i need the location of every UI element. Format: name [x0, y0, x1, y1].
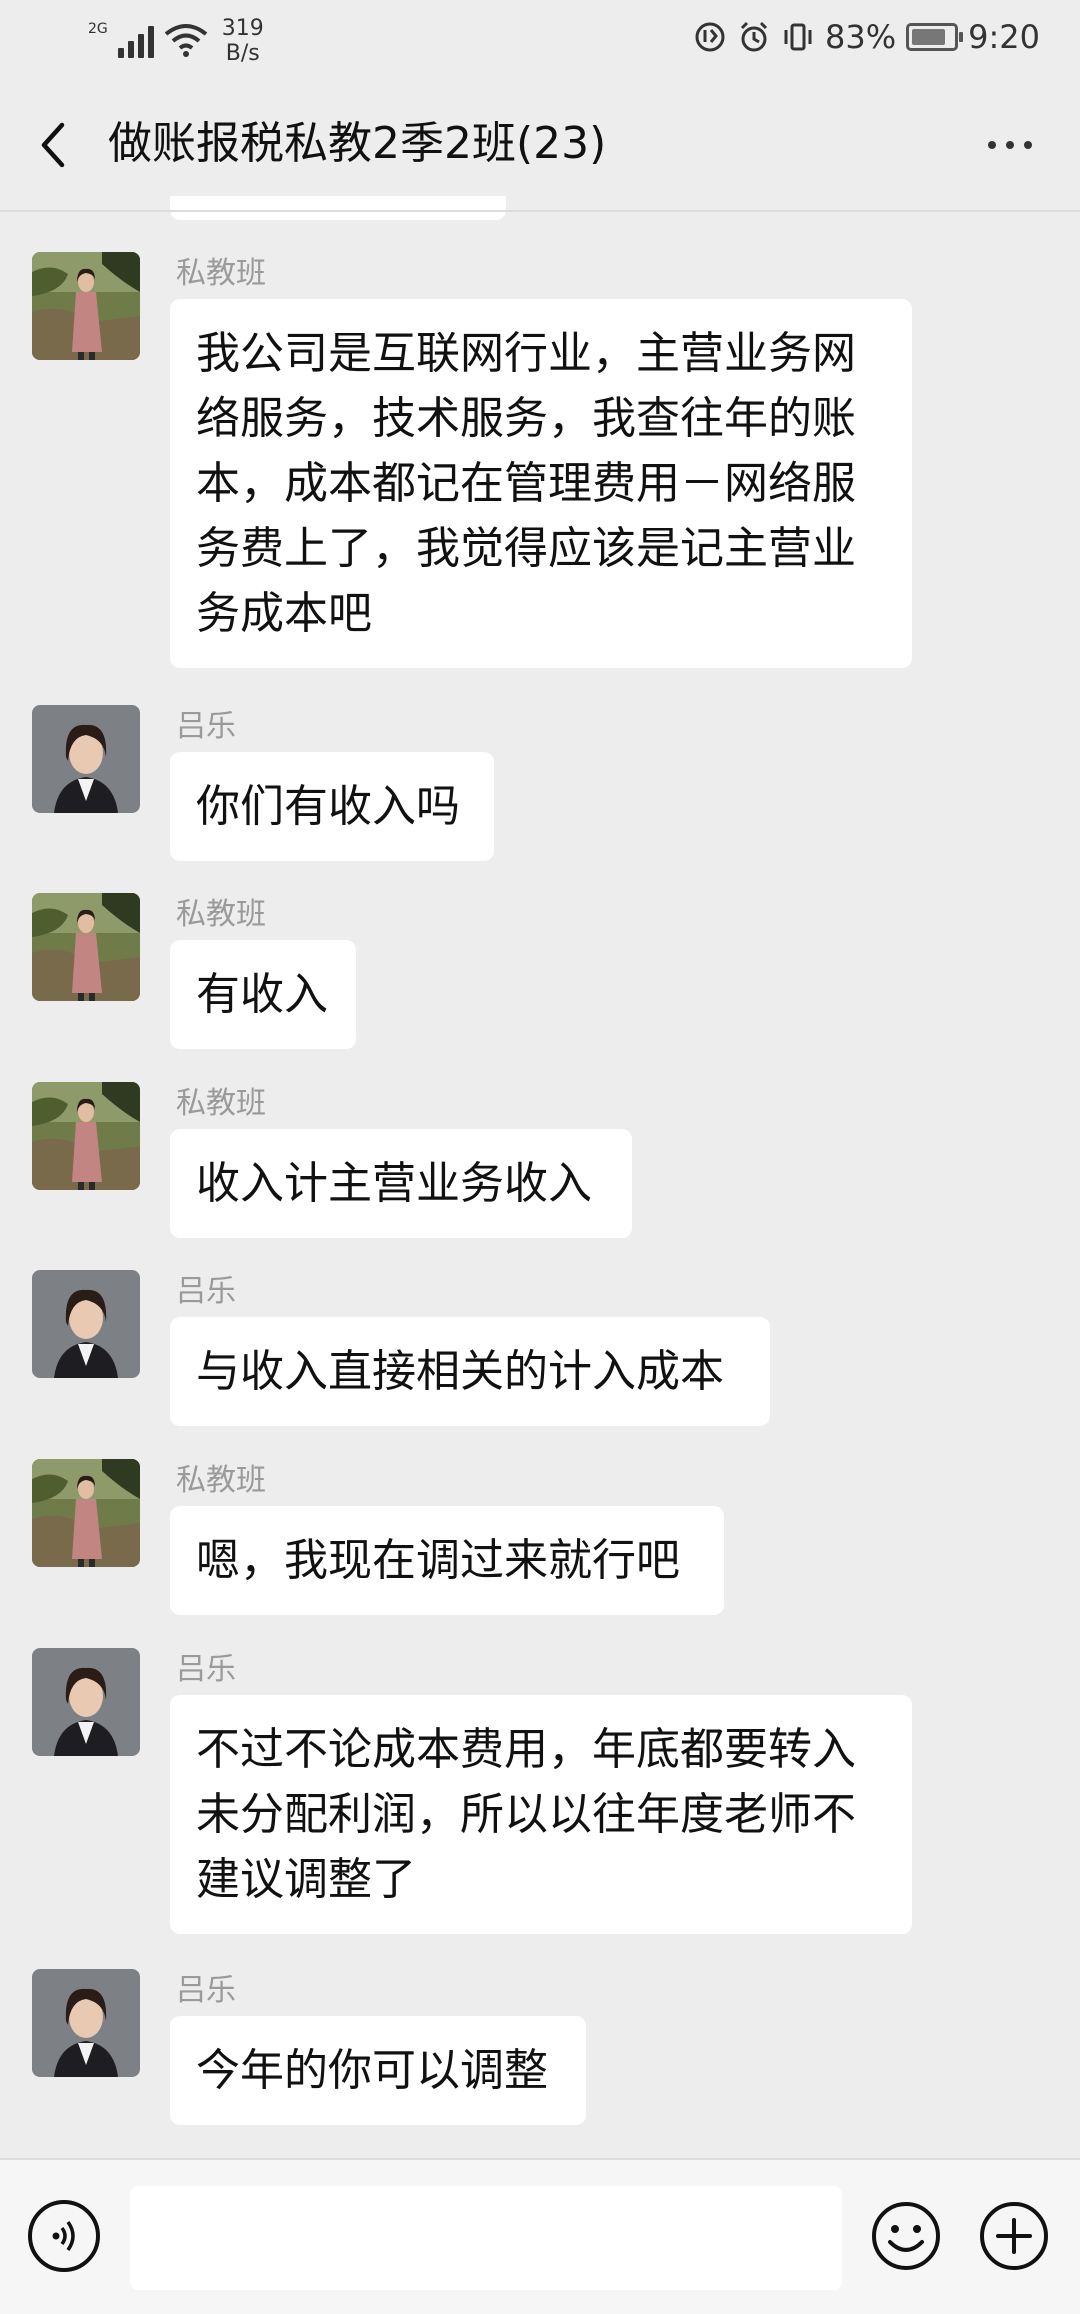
chat-header: 做账报税私教2季2班(23): [0, 80, 1080, 210]
message-bubble[interactable]: 我公司是互联网行业，主营业务网络服务，技术服务，我查往年的账本，成本都记在管理费…: [170, 299, 912, 668]
alarm-icon: [740, 21, 768, 52]
message-bubble[interactable]: 你们有收入吗: [170, 752, 494, 861]
battery-icon: [906, 23, 964, 51]
message-bubble[interactable]: 今年的你可以调整: [170, 2016, 586, 2125]
sender-name: 私教班: [176, 256, 266, 291]
sender-name: 私教班: [176, 1463, 266, 1498]
input-bar: [0, 2158, 1080, 2314]
speed-value: 319: [221, 16, 264, 41]
voice-icon[interactable]: [28, 2200, 100, 2272]
message-bubble[interactable]: 有收入: [170, 940, 356, 1049]
avatar-lyule[interactable]: [32, 705, 140, 813]
more-dots-icon[interactable]: [980, 120, 1040, 170]
chevron-left-icon[interactable]: [30, 115, 76, 175]
message-bubble[interactable]: 与收入直接相关的计入成本: [170, 1317, 770, 1426]
signal-icon: [117, 24, 154, 58]
chat-title: 做账报税私教2季2班(23): [108, 118, 607, 169]
wifi-icon: [164, 24, 208, 57]
avatar-sijiaoban[interactable]: [32, 893, 140, 1001]
status-left: 2G 319 B/s: [88, 16, 264, 66]
battery-percent: 83%: [825, 18, 897, 56]
vibrate-icon: [784, 23, 812, 51]
network-type: 2G: [88, 21, 108, 37]
data-saver-icon: [695, 22, 725, 52]
status-bar: 2G 319 B/s 83% 9:20: [0, 0, 1080, 80]
sender-name: 私教班: [176, 897, 266, 932]
avatar-sijiaoban[interactable]: [32, 1082, 140, 1190]
sender-name: 吕乐: [176, 1274, 236, 1309]
network-speed: 319 B/s: [222, 16, 264, 66]
message-bubble[interactable]: 收入计主营业务收入: [170, 1129, 632, 1238]
clock: 9:20: [968, 18, 1040, 56]
avatar-lyule[interactable]: [32, 1648, 140, 1756]
avatar-lyule[interactable]: [32, 1969, 140, 2077]
message-bubble[interactable]: 不过不论成本费用，年底都要转入未分配利润，所以以往年度老师不建议调整了: [170, 1695, 912, 1934]
emoji-icon[interactable]: [870, 2200, 942, 2272]
header-divider: [0, 210, 1080, 212]
sender-name: 吕乐: [176, 709, 236, 744]
plus-icon[interactable]: [978, 2200, 1050, 2272]
message-bubble[interactable]: 嗯，我现在调过来就行吧: [170, 1506, 724, 1615]
speed-unit: B/s: [225, 41, 260, 66]
sender-name: 吕乐: [176, 1652, 236, 1687]
status-right: 83% 9:20: [693, 18, 1040, 56]
avatar-sijiaoban[interactable]: [32, 252, 140, 360]
avatar-sijiaoban[interactable]: [32, 1459, 140, 1567]
avatar-lyule[interactable]: [32, 1270, 140, 1378]
sender-name: 吕乐: [176, 1973, 236, 2008]
sender-name: 私教班: [176, 1086, 266, 1121]
message-input[interactable]: [130, 2186, 842, 2290]
previous-message-bubble: [170, 196, 506, 220]
